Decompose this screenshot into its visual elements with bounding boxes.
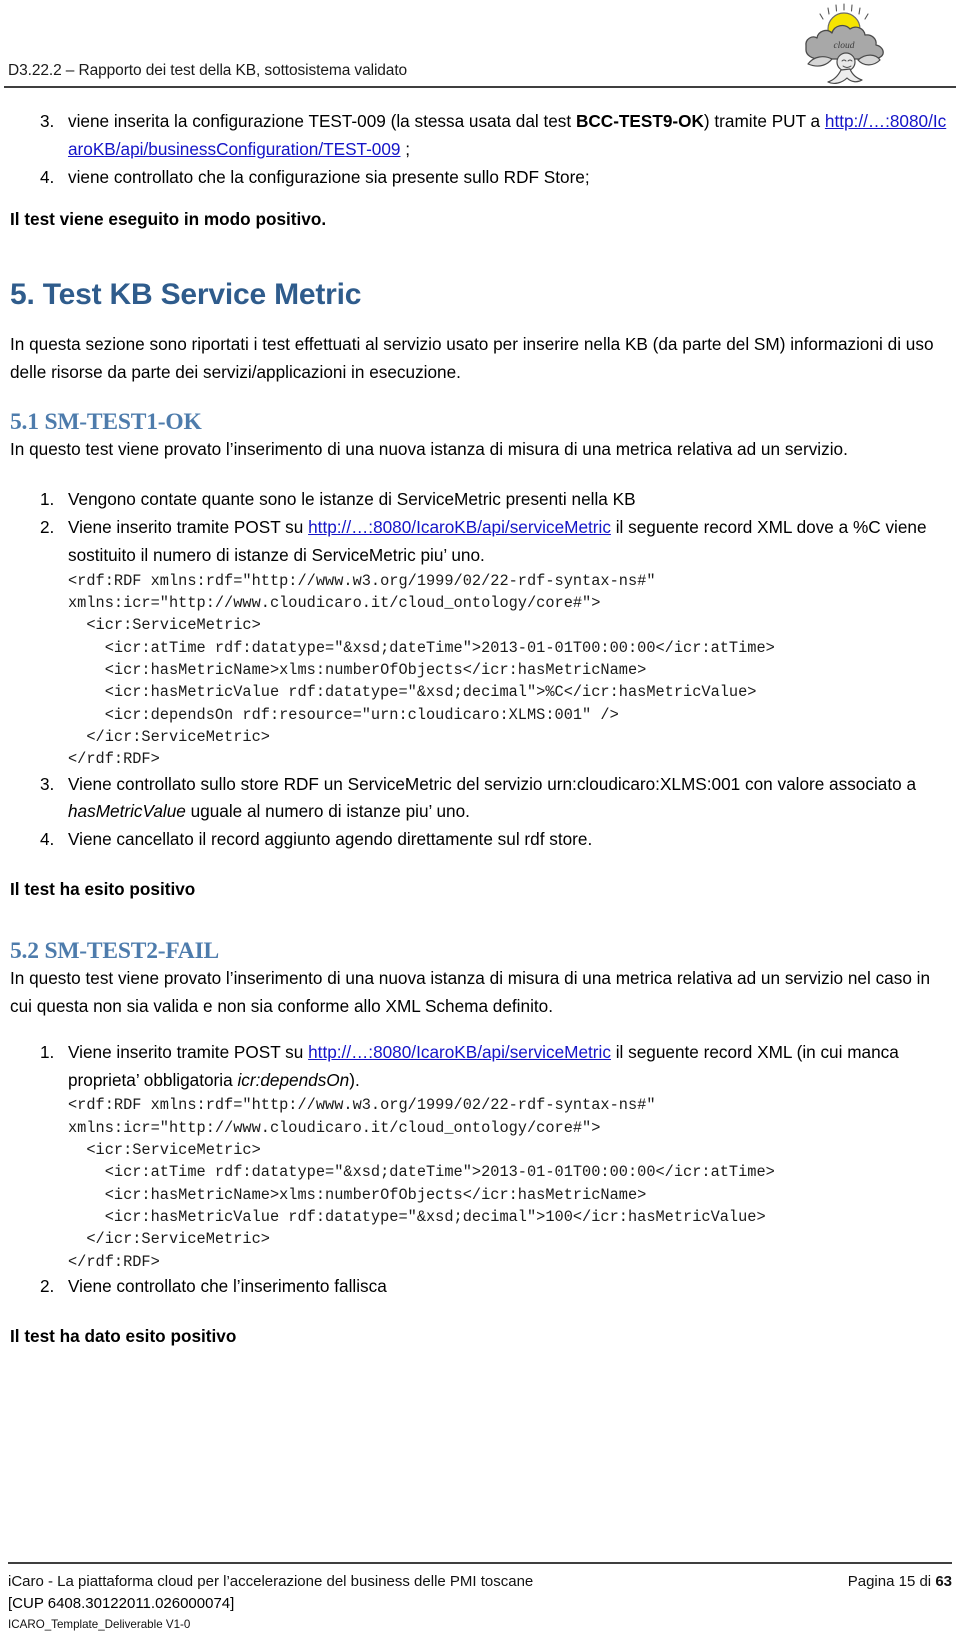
continued-steps-list: 3. viene inserita la configurazione TEST-…	[10, 108, 950, 192]
section-5-heading: 5. Test KB Service Metric	[10, 278, 362, 312]
section-5-1-steps-list-cont: 3. Viene controllato sullo store RDF un S…	[10, 771, 950, 855]
list-text-part: ;	[400, 138, 411, 159]
section-5-1-steps-list: 1. Vengono contate quante sono le istanze…	[10, 486, 950, 570]
section-5-2-steps-list: 1. Viene inserito tramite POST su http://…	[10, 1039, 950, 1095]
footer-cup-code: [CUP 6408.30122011.026000074]	[8, 1595, 235, 1613]
document-footer: iCaro - La piattaforma cloud per l’accel…	[0, 1562, 960, 1641]
document-page: D3.22.2 – Rapporto dei test della KB, so…	[0, 0, 960, 1641]
list-marker: 4.	[40, 829, 55, 850]
section-5-2-intro: In questo test viene provato l’inserimen…	[10, 968, 931, 1016]
list-text-part: Vengono contate quante sono le istanze d…	[68, 489, 636, 510]
list-item: 2. Viene controllato che l’inserimento fa…	[10, 1273, 950, 1301]
section-5-1-result: Il test ha esito positivo	[10, 879, 196, 900]
list-text-part: Viene controllato sullo store RDF un Ser…	[68, 773, 917, 794]
header-divider	[4, 86, 956, 88]
footer-template-version: ICARO_Template_Deliverable V1-0	[8, 1617, 191, 1631]
list-item: 4. Viene cancellato il record aggiunto ag…	[10, 826, 950, 854]
servicemetric-url-link[interactable]: http://…:8080/IcaroKB/api/serviceMetric	[308, 1042, 611, 1062]
header-document-title: D3.22.2 – Rapporto dei test della KB, so…	[8, 62, 408, 79]
list-text-part: Viene inserito tramite POST su	[68, 516, 309, 537]
footer-page-indicator: Pagina 15 di 63	[848, 1571, 952, 1593]
section-5-2-result: Il test ha dato esito positivo	[10, 1325, 237, 1346]
list-item: 2. Viene inserito tramite POST su http://…	[10, 514, 950, 570]
list-marker: 2.	[40, 1276, 55, 1297]
list-text-part: Viene cancellato il record aggiunto agen…	[68, 829, 593, 850]
footer-divider	[8, 1562, 952, 1565]
list-item: 4. viene controllato che la configurazion…	[10, 164, 950, 192]
list-text-part: ).	[349, 1069, 360, 1090]
logo-word: cloud	[833, 41, 854, 51]
list-text-part: ) tramite PUT a	[703, 111, 825, 131]
xml-code-block-1: <rdf:RDF xmlns:rdf="http://www.w3.org/19…	[68, 571, 775, 769]
section-5-2-heading: 5.2 SM-TEST2-FAIL	[10, 938, 219, 964]
property-name-italic: hasMetricValue	[68, 801, 186, 822]
property-name-italic: icr:dependsOn	[237, 1069, 350, 1090]
list-text-part: viene controllato che la configurazione …	[68, 166, 590, 187]
list-text-part: uguale al numero di istanze piu’ uno.	[185, 801, 470, 822]
list-text-part: viene inserita la configurazione TEST-00…	[68, 111, 576, 131]
list-marker: 4.	[40, 166, 55, 187]
footer-main-row: iCaro - La piattaforma cloud per l’accel…	[8, 1571, 952, 1593]
list-item: 3. Viene controllato sullo store RDF un S…	[10, 771, 950, 827]
list-marker: 3.	[40, 111, 55, 131]
list-marker: 3.	[40, 773, 55, 794]
document-header: D3.22.2 – Rapporto dei test della KB, so…	[0, 0, 960, 92]
test-result-statement: Il test viene eseguito in modo positivo.	[10, 208, 327, 229]
section-5-intro: In questa sezione sono riportati i test …	[10, 334, 934, 383]
section-5-1-heading: 5.1 SM-TEST1-OK	[10, 409, 202, 436]
xml-code-block-2: <rdf:RDF xmlns:rdf="http://www.w3.org/19…	[68, 1096, 775, 1271]
list-marker: 1.	[40, 1041, 55, 1062]
servicemetric-url-link[interactable]: http://…:8080/IcaroKB/api/serviceMetric	[308, 517, 611, 537]
section-5-1-intro: In questo test viene provato l’inserimen…	[10, 439, 848, 460]
document-body: 3. viene inserita la configurazione TEST-…	[0, 92, 960, 1351]
list-item: 1. Vengono contate quante sono le istanze…	[10, 486, 950, 514]
list-marker: 1.	[40, 489, 55, 510]
list-item: 1. Viene inserito tramite POST su http://…	[10, 1039, 950, 1095]
footer-total-pages: 63	[935, 1573, 952, 1591]
list-text-part: Viene inserito tramite POST su	[68, 1041, 309, 1062]
test-name-bold: BCC-TEST9-OK	[575, 111, 704, 131]
footer-page-prefix: Pagina 15 di	[847, 1573, 936, 1591]
list-marker: 2.	[40, 516, 55, 537]
list-text-part: Viene controllato che l’inserimento fall…	[68, 1276, 387, 1297]
section-5-2-steps-list-cont: 2. Viene controllato che l’inserimento fa…	[10, 1273, 950, 1301]
list-item: 3. viene inserita la configurazione TEST-…	[10, 108, 950, 164]
icaro-cloud-logo: cloud	[786, 2, 902, 86]
footer-project-tagline: iCaro - La piattaforma cloud per l’accel…	[8, 1573, 534, 1591]
